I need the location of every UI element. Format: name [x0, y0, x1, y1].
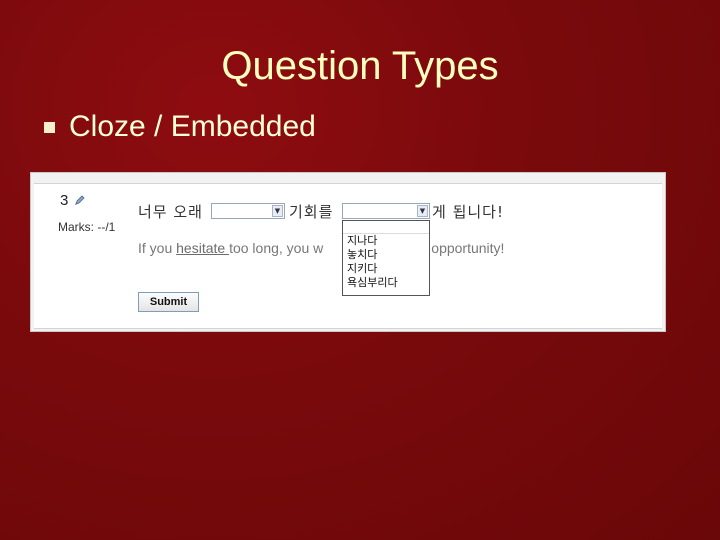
english-translation: If you hesitate too long, you wissing th…: [138, 240, 504, 256]
dropdown-list: 지나다 놓치다 지키다 욕심부리다: [342, 220, 430, 296]
dropdown-option[interactable]: 지나다: [343, 234, 429, 248]
dropdown-option[interactable]: 지키다: [343, 262, 429, 276]
question-number: 3: [60, 192, 69, 209]
dropdown-option[interactable]: 놓치다: [343, 248, 429, 262]
submit-button[interactable]: Submit: [138, 292, 199, 312]
chevron-down-icon: ▼: [272, 205, 283, 217]
english-hesitate: hesitate: [176, 240, 230, 256]
marks-label: Marks: --/1: [58, 220, 116, 234]
edit-icon[interactable]: [74, 194, 86, 206]
question-panel: 3 Marks: --/1 너무 오래 ▼ 기회를 ▼ 게 됩니다! If yo…: [34, 183, 662, 329]
english-mid: too long, you w: [229, 240, 324, 256]
english-pre: If you: [138, 240, 177, 256]
quiz-screenshot: 3 Marks: --/1 너무 오래 ▼ 기회를 ▼ 게 됩니다! If yo…: [30, 172, 666, 332]
slide-title: Question Types: [221, 44, 499, 88]
dropdown-empty-option[interactable]: [343, 221, 429, 234]
bullet-text: Cloze / Embedded: [69, 110, 316, 143]
chevron-down-icon: ▼: [417, 205, 428, 217]
korean-text-2: 기회를: [289, 203, 334, 221]
korean-text-3: 게 됩니다!: [432, 203, 504, 221]
dropdown-option[interactable]: 욕심부리다: [343, 276, 429, 290]
blank-2-select[interactable]: ▼: [342, 203, 430, 219]
blank-1-select[interactable]: ▼: [211, 203, 285, 219]
square-bullet-icon: [44, 121, 55, 133]
korean-text-1: 너무 오래: [138, 203, 203, 221]
bullet-row: Cloze / Embedded: [44, 110, 316, 144]
